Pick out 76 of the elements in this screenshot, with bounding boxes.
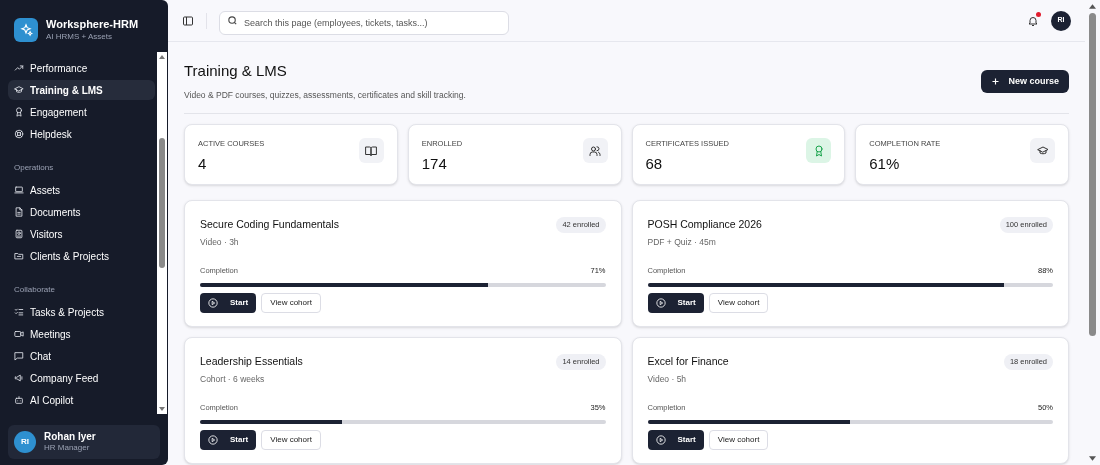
page-subtitle: Video & PDF courses, quizzes, assessments, certificates and skill tracking. bbox=[184, 88, 466, 102]
stat-value: 174 bbox=[421, 153, 448, 174]
course-title: POSH Compliance 2026 bbox=[647, 217, 762, 233]
course-title: Secure Coding Fundamentals bbox=[200, 217, 339, 233]
user-name: Rohan Iyer bbox=[44, 430, 96, 443]
nav-section-heading: Operations bbox=[13, 162, 55, 174]
nav-item[interactable]: Chat bbox=[8, 346, 155, 366]
plus-icon bbox=[991, 77, 1001, 86]
search-field[interactable]: Search this page (employees, tickets, tasks...) bbox=[219, 10, 509, 35]
brand-name: Worksphere-HRM bbox=[46, 18, 139, 32]
nav-item[interactable]: Helpdesk bbox=[8, 124, 155, 144]
start-button[interactable]: Start bbox=[200, 430, 257, 450]
graduation-cap-icon bbox=[14, 85, 24, 95]
nav-item[interactable]: Assets bbox=[8, 180, 155, 200]
sidebar-toggle-icon[interactable] bbox=[182, 14, 194, 27]
nav-item[interactable]: Training & LMS bbox=[8, 80, 155, 100]
stat-value: 68 bbox=[645, 153, 664, 174]
new-course-button[interactable]: New course bbox=[981, 70, 1069, 93]
start-button[interactable]: Start bbox=[647, 293, 704, 313]
laptop-icon bbox=[14, 185, 24, 195]
course-meta: Cohort · 6 weeks bbox=[200, 373, 266, 386]
nav-item[interactable]: Company Feed bbox=[8, 368, 155, 388]
lifebuoy-icon bbox=[14, 129, 24, 139]
nav-section-heading: Collaborate bbox=[13, 284, 56, 296]
nav-item[interactable]: Engagement bbox=[8, 102, 155, 122]
award-icon bbox=[14, 107, 24, 117]
trend-icon bbox=[14, 63, 24, 73]
chat-icon bbox=[14, 351, 24, 361]
user-role: HR Manager bbox=[44, 443, 91, 453]
bell-icon[interactable] bbox=[1027, 14, 1039, 27]
stat-value: 4 bbox=[198, 153, 208, 174]
user-card[interactable]: RI Rohan Iyer HR Manager bbox=[8, 424, 160, 459]
users-icon bbox=[589, 144, 601, 157]
play-icon bbox=[655, 298, 666, 308]
nav-item[interactable]: AI Copilot bbox=[8, 390, 155, 410]
scroll-up-icon[interactable] bbox=[159, 55, 165, 59]
award-icon bbox=[812, 144, 825, 157]
view-cohort-button[interactable]: View cohort bbox=[708, 293, 769, 313]
search-icon bbox=[227, 15, 238, 26]
play-icon bbox=[655, 435, 666, 445]
course-meta: PDF + Quiz · 45m bbox=[647, 236, 717, 249]
scrollbar[interactable] bbox=[157, 52, 167, 414]
scroll-down-icon[interactable] bbox=[1089, 456, 1096, 461]
megaphone-icon bbox=[14, 373, 24, 383]
checklist-icon bbox=[14, 307, 24, 317]
bot-icon bbox=[14, 395, 24, 405]
id-badge-icon bbox=[14, 229, 24, 239]
view-cohort-button[interactable]: View cohort bbox=[261, 293, 321, 313]
nav-item[interactable]: Performance bbox=[8, 58, 155, 78]
scroll-up-icon[interactable] bbox=[1089, 4, 1096, 9]
nav-item[interactable]: Tasks & Projects bbox=[8, 302, 155, 322]
course-meta: Video · 5h bbox=[647, 373, 688, 386]
sparkles-icon bbox=[19, 23, 33, 37]
play-icon bbox=[208, 298, 218, 308]
start-button[interactable]: Start bbox=[647, 430, 704, 450]
video-camera-icon bbox=[14, 329, 24, 339]
view-cohort-button[interactable]: View cohort bbox=[708, 430, 769, 450]
nav-item[interactable]: Meetings bbox=[8, 324, 155, 344]
nav-item[interactable]: Visitors bbox=[8, 224, 155, 244]
course-title: Excel for Finance bbox=[647, 354, 729, 370]
page-title: Training & LMS bbox=[184, 61, 288, 81]
graduation-cap-icon bbox=[1036, 144, 1049, 157]
view-cohort-button[interactable]: View cohort bbox=[261, 430, 321, 450]
user-avatar: RI bbox=[14, 430, 36, 453]
scroll-down-icon[interactable] bbox=[159, 407, 165, 411]
start-button[interactable]: Start bbox=[200, 293, 257, 313]
folder-icon bbox=[14, 251, 24, 261]
nav-item[interactable]: Clients & Projects bbox=[8, 246, 155, 266]
book-icon bbox=[365, 144, 378, 157]
document-icon bbox=[14, 207, 24, 217]
course-title: Leadership Essentials bbox=[200, 354, 303, 370]
brand-tagline: AI HRMS + Assets bbox=[46, 31, 114, 42]
stat-value: 61% bbox=[869, 153, 901, 174]
nav-item[interactable]: Documents bbox=[8, 202, 155, 222]
course-meta: Video · 3h bbox=[200, 236, 240, 249]
play-icon bbox=[208, 435, 218, 445]
